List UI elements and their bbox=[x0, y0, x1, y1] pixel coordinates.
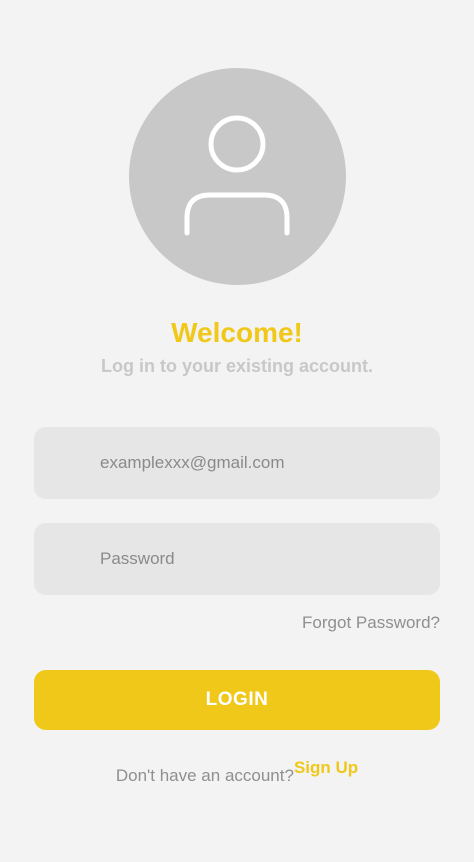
forgot-password-link[interactable]: Forgot Password? bbox=[302, 613, 440, 633]
page-title: Welcome! bbox=[171, 317, 303, 348]
login-button[interactable]: LOGIN bbox=[34, 670, 440, 730]
signup-link[interactable]: Sign Up bbox=[294, 758, 358, 777]
email-field[interactable] bbox=[100, 427, 420, 499]
signup-row: Don't have an account?Sign Up bbox=[0, 758, 474, 786]
page-subtitle: Log in to your existing account. bbox=[100, 356, 373, 376]
password-field[interactable] bbox=[100, 523, 420, 595]
password-field-container bbox=[34, 523, 440, 595]
avatar bbox=[129, 68, 346, 285]
email-field-container bbox=[34, 427, 440, 499]
user-icon bbox=[184, 115, 290, 236]
signup-prompt: Don't have an account? bbox=[115, 766, 294, 785]
